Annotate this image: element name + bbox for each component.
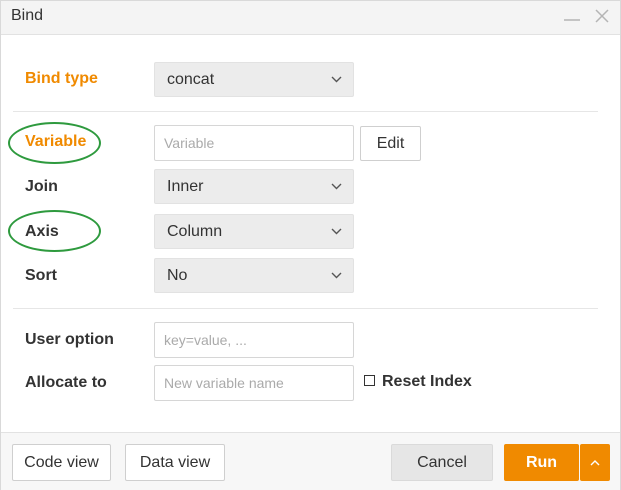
cancel-button[interactable]: Cancel — [391, 444, 493, 481]
variable-input[interactable]: Variable — [154, 125, 354, 161]
title-bar: Bind — [1, 1, 620, 35]
axis-select[interactable]: Column — [154, 214, 354, 249]
data-view-button[interactable]: Data view — [125, 444, 225, 481]
run-options-button[interactable] — [580, 444, 610, 481]
chevron-up-icon — [590, 459, 600, 465]
join-value: Inner — [167, 177, 204, 195]
dialog-footer: Code view Data view Cancel Run — [1, 432, 620, 490]
bind-type-label: Bind type — [25, 70, 98, 87]
run-button[interactable]: Run — [504, 444, 579, 481]
sort-label: Sort — [25, 267, 57, 284]
reset-index-checkbox[interactable] — [364, 375, 375, 386]
allocate-to-placeholder: New variable name — [164, 375, 284, 391]
user-option-label: User option — [25, 331, 114, 348]
section-divider — [13, 111, 598, 112]
chevron-down-icon — [331, 183, 342, 190]
user-option-placeholder: key=value, ... — [164, 332, 247, 348]
bind-type-value: concat — [167, 70, 215, 88]
bind-type-select[interactable]: concat — [154, 62, 354, 97]
axis-label: Axis — [25, 223, 59, 240]
section-divider — [13, 308, 598, 309]
chevron-down-icon — [331, 76, 342, 83]
join-label: Join — [25, 178, 58, 195]
axis-value: Column — [167, 222, 223, 240]
dialog-title: Bind — [11, 7, 44, 24]
sort-value: No — [167, 266, 188, 284]
user-option-input[interactable]: key=value, ... — [154, 322, 354, 358]
code-view-button[interactable]: Code view — [12, 444, 111, 481]
close-icon[interactable] — [591, 5, 613, 27]
join-select[interactable]: Inner — [154, 169, 354, 204]
chevron-down-icon — [331, 228, 342, 235]
allocate-to-label: Allocate to — [25, 374, 107, 391]
allocate-to-input[interactable]: New variable name — [154, 365, 354, 401]
chevron-down-icon — [331, 272, 342, 279]
edit-button[interactable]: Edit — [360, 126, 421, 161]
minimize-icon[interactable] — [561, 5, 583, 27]
reset-index-label[interactable]: Reset Index — [382, 373, 472, 391]
bind-dialog: Bind Bind type concat Variable Variable … — [0, 0, 621, 490]
variable-placeholder: Variable — [164, 135, 215, 151]
sort-select[interactable]: No — [154, 258, 354, 293]
variable-label: Variable — [25, 133, 87, 150]
